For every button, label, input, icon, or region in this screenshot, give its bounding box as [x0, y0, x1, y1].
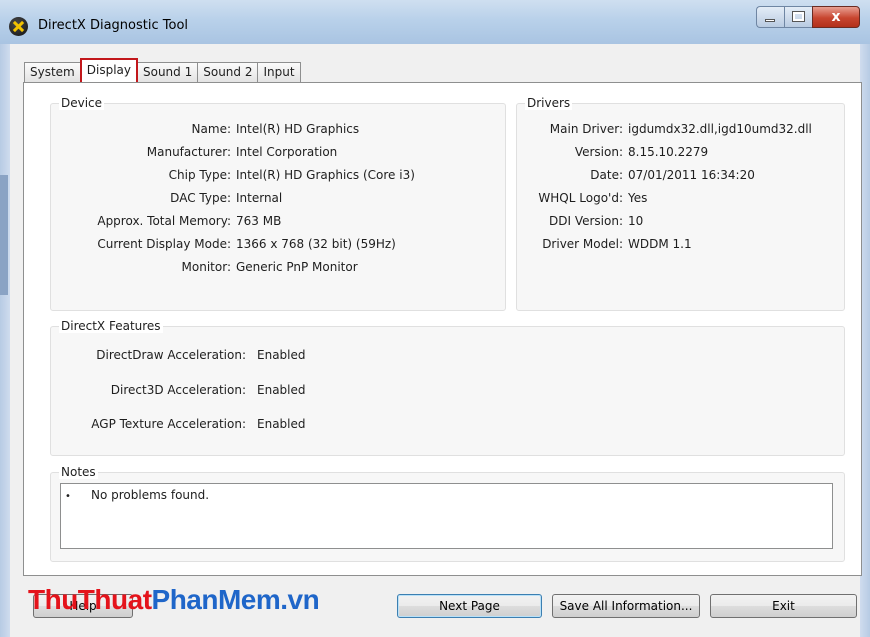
tab-sound-1[interactable]: Sound 1	[136, 62, 199, 82]
device-row-dac-type: DAC Type: Internal	[51, 189, 282, 207]
device-row-chip-type: Chip Type: Intel(R) HD Graphics (Core i3)	[51, 166, 415, 184]
feature-label: Direct3D Acceleration:	[110, 383, 246, 397]
feature-row-agp-texture: AGP Texture Acceleration: Enabled	[51, 415, 306, 433]
device-value: Generic PnP Monitor	[236, 260, 358, 274]
drivers-value: 07/01/2011 16:34:20	[628, 168, 755, 182]
watermark-part-1: ThuThuat	[28, 584, 152, 615]
feature-row-direct3d: Direct3D Acceleration: Enabled	[51, 381, 306, 399]
drivers-row-driver-model: Driver Model: WDDM 1.1	[517, 235, 692, 253]
directx-app-icon	[9, 17, 28, 36]
feature-row-directdraw: DirectDraw Acceleration: Enabled	[51, 346, 306, 364]
drivers-value: 10	[628, 214, 644, 228]
tab-sound-2[interactable]: Sound 2	[197, 62, 259, 82]
drivers-label: Driver Model:	[542, 237, 623, 251]
feature-value: Enabled	[257, 417, 306, 431]
device-label: Name:	[191, 122, 231, 136]
drivers-label: DDI Version:	[548, 214, 623, 228]
drivers-row-main-driver: Main Driver: igdumdx32.dll,igd10umd32.dll	[517, 120, 812, 138]
window-frame-accent	[0, 175, 8, 295]
close-button[interactable]: x	[812, 6, 860, 28]
device-row-manufacturer: Manufacturer: Intel Corporation	[51, 143, 338, 161]
note-text: No problems found.	[91, 488, 210, 502]
directx-features-group: DirectX Features DirectDraw Acceleration…	[50, 319, 845, 456]
drivers-label: Main Driver:	[549, 122, 623, 136]
title-bar[interactable]: DirectX Diagnostic Tool x	[0, 0, 870, 44]
notes-group-title: Notes	[59, 465, 98, 479]
device-row-name: Name: Intel(R) HD Graphics	[51, 120, 360, 138]
device-label: Chip Type:	[168, 168, 231, 182]
feature-label: DirectDraw Acceleration:	[96, 348, 246, 362]
drivers-label: Date:	[590, 168, 623, 182]
device-label: DAC Type:	[170, 191, 231, 205]
device-group-title: Device	[59, 96, 105, 110]
drivers-label: WHQL Logo'd:	[538, 191, 623, 205]
drivers-row-ddi-version: DDI Version: 10	[517, 212, 643, 230]
feature-value: Enabled	[257, 348, 306, 362]
device-value: Intel(R) HD Graphics (Core i3)	[236, 168, 415, 182]
drivers-value: igdumdx32.dll,igd10umd32.dll	[628, 122, 812, 136]
window-frame-left	[0, 44, 10, 637]
drivers-value: WDDM 1.1	[628, 237, 692, 251]
window-title: DirectX Diagnostic Tool	[38, 18, 189, 33]
minimize-button[interactable]	[756, 6, 784, 28]
drivers-value: 8.15.10.2279	[628, 145, 709, 159]
device-group: Device Name: Intel(R) HD Graphics Manufac…	[50, 96, 506, 311]
device-row-display-mode: Current Display Mode: 1366 x 768 (32 bit)…	[51, 235, 396, 253]
drivers-row-version: Version: 8.15.10.2279	[517, 143, 708, 161]
watermark-part-2: PhanMem	[151, 584, 281, 615]
device-label: Current Display Mode:	[97, 237, 231, 251]
device-value: Internal	[236, 191, 283, 205]
feature-value: Enabled	[257, 383, 306, 397]
watermark-part-3: .vn	[280, 584, 320, 615]
device-value: Intel(R) HD Graphics	[236, 122, 360, 136]
device-row-memory: Approx. Total Memory: 763 MB	[51, 212, 281, 230]
exit-button[interactable]: Exit	[710, 594, 857, 618]
features-group-title: DirectX Features	[59, 319, 163, 333]
note-bullet: •	[65, 491, 71, 502]
device-value: 763 MB	[236, 214, 282, 228]
drivers-row-date: Date: 07/01/2011 16:34:20	[517, 166, 755, 184]
next-page-button[interactable]: Next Page	[397, 594, 542, 618]
device-label: Approx. Total Memory:	[97, 214, 231, 228]
dxdiag-window: DirectX Diagnostic Tool x System Display…	[0, 0, 870, 637]
caption-buttons: x	[756, 6, 860, 28]
tab-strip: System Display Sound 1 Sound 2 Input	[24, 58, 301, 82]
drivers-group: Drivers Main Driver: igdumdx32.dll,igd10u…	[516, 96, 845, 311]
device-value: 1366 x 768 (32 bit) (59Hz)	[236, 237, 396, 251]
device-value: Intel Corporation	[236, 145, 338, 159]
drivers-row-whql: WHQL Logo'd: Yes	[517, 189, 647, 207]
notes-textbox[interactable]: • No problems found.	[60, 483, 833, 549]
drivers-group-title: Drivers	[525, 96, 573, 110]
tab-display[interactable]: Display	[79, 58, 138, 82]
watermark-logo: ThuThuatPhanMem.vn	[28, 584, 320, 616]
drivers-label: Version:	[574, 145, 623, 159]
tab-system[interactable]: System	[24, 62, 81, 82]
maximize-button[interactable]	[784, 6, 812, 28]
tab-input[interactable]: Input	[257, 62, 301, 82]
feature-label: AGP Texture Acceleration:	[91, 417, 246, 431]
device-label: Monitor:	[181, 260, 231, 274]
save-all-information-button[interactable]: Save All Information...	[552, 594, 700, 618]
device-label: Manufacturer:	[146, 145, 231, 159]
device-row-monitor: Monitor: Generic PnP Monitor	[51, 258, 358, 276]
drivers-value: Yes	[628, 191, 648, 205]
